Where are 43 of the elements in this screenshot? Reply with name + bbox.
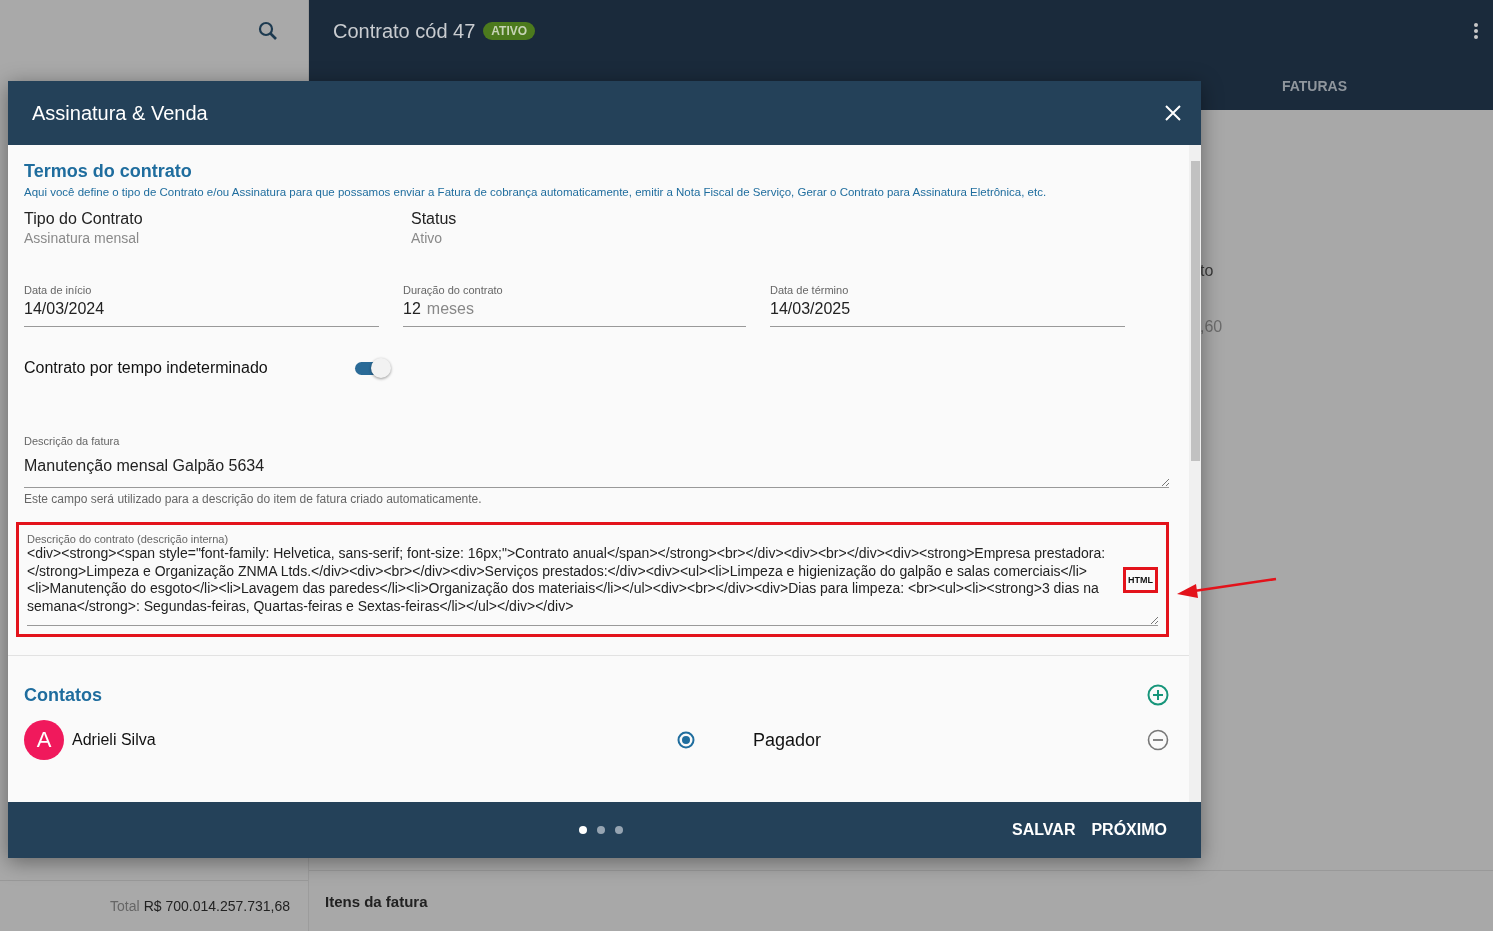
pager-dot[interactable] [579,826,587,834]
total-value: R$ 700.014.257.731,68 [143,898,290,914]
info-value: Ativo [411,230,444,246]
section-heading: Contatos [24,684,102,706]
field-hint: Este campo será utilizado para a descrição do item de fatura criado automaticamente. [24,492,483,506]
more-menu-icon[interactable] [1473,22,1479,40]
input-field[interactable]: Data de término 14/03/2025 [770,284,1125,327]
input-field[interactable]: Data de início 14/03/2024 [24,284,379,327]
action-button[interactable]: PRÓXIMO [1083,817,1175,843]
html-badge[interactable]: HTML [1123,567,1158,593]
text-fragment: to [1200,262,1215,280]
section-heading: Termos do contrato [24,161,193,182]
action-button[interactable]: SALVAR [1004,817,1084,843]
section-title: Itens da fatura [325,892,428,910]
page-title: Contrato cód 47 [333,19,476,43]
info-value: Assinatura mensal [24,230,141,246]
contact-role: Pagador [753,729,823,751]
toggle-label: Contrato por tempo indeterminado [24,359,269,377]
search-icon[interactable] [258,21,278,41]
scrollbar[interactable] [1189,145,1201,802]
field-label: Descrição do contrato (descrição interna) [27,533,230,545]
info-label: Status [411,210,458,228]
add-icon[interactable] [1147,684,1169,706]
resize-handle-icon[interactable] [1161,478,1169,486]
section-description: Aqui você define o tipo de Contrato e/ou Assinatura para que possamos enviar a Fatura de cobrança automaticamente, emitir a Nota Fiscal de Serviço, Gerar o Contrato para Assinatura Eletrônica, etc. [24,186,1048,198]
status-badge: ATIVO [483,22,536,40]
pager-dot[interactable] [597,826,605,834]
radio-button[interactable] [677,731,695,749]
dialog-title: Assinatura & Venda [32,101,209,125]
info-label: Tipo do Contrato [24,210,144,228]
contact-name: Adrieli Silva [72,731,157,749]
toggle-switch[interactable] [355,357,391,379]
input-field[interactable]: Duração do contrato 12 meses [403,284,746,327]
resize-handle-icon[interactable] [1150,616,1158,624]
total-label: Total [110,898,140,914]
tab[interactable]: FATURAS [1275,77,1353,95]
avatar: A [24,720,64,760]
pager-dot[interactable] [615,826,623,834]
text-area[interactable]: <div><strong><span style="font-family: Helvetica, sans-serif; font-size: 16px;">Contrato anual</span></strong><br></div><div><br></div><div><strong>Empresa prestadora: </strong>Limpeza e Organização ZNMA Ltds.</div><div><br></div><div>Serviços prestados:</div><div><ul><li>Limpeza e higienização do galpão e salas comerciais</li><li>Manutenção do esgoto</li><li>Lavagem das paredes</li><li>Organização dos materiais</li></ul><div><br></div><div>Dias para limpeza: <br><ul><li><strong>3 dias na semana</strong>: Segundas-feiras, Quartas-feiras e Sextas-feiras</li></ul></div></div> [27,545,1115,615]
text-area[interactable]: Descrição da fatura Manutenção mensal Galpão 5634 [24,429,1169,488]
text-fragment: ,60 [1200,318,1224,336]
remove-icon[interactable] [1147,729,1169,751]
close-button[interactable] [1165,105,1181,121]
